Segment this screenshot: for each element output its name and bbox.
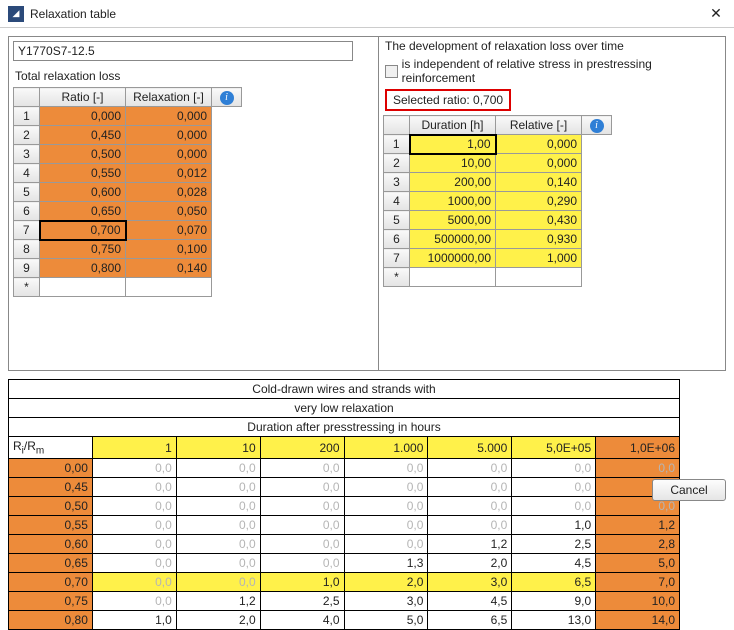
table-row: 0,650,00,00,01,32,04,55,0 (9, 554, 680, 573)
table-row[interactable]: 40,5500,012 (14, 164, 242, 183)
table-row[interactable]: 10,0000,000 (14, 107, 242, 126)
title-bar: ◢ Relaxation table ✕ (0, 0, 734, 28)
table-row: 0,600,00,00,00,01,22,52,8 (9, 535, 680, 554)
col-header: 1 (92, 437, 176, 459)
col-header: 5,0E+05 (512, 437, 596, 459)
lower-panel: Cold-drawn wires and strands with very l… (8, 379, 734, 630)
table-row: 0,500,00,00,00,00,00,00,0 (9, 497, 680, 516)
total-relaxation-label: Total relaxation loss (9, 65, 378, 87)
table-row[interactable]: 11,000,000 (384, 135, 612, 154)
big-title-2: very low relaxation (9, 399, 680, 418)
info-icon[interactable]: i (220, 91, 234, 105)
col-header: 1,0E+06 (596, 437, 680, 459)
table-row[interactable]: 90,8000,140 (14, 259, 242, 278)
app-icon: ◢ (8, 6, 24, 22)
table-row: 0,000,00,00,00,00,00,00,0 (9, 459, 680, 478)
table-row[interactable]: 41000,000,290 (384, 192, 612, 211)
col-relative-header: Relative [-] (496, 116, 582, 135)
table-row[interactable]: 70,7000,070 (14, 221, 242, 240)
col-relax-header: Relaxation [-] (126, 88, 212, 107)
identifier-field[interactable]: Y1770S7-12.5 (13, 41, 353, 61)
col-header: 5.000 (428, 437, 512, 459)
big-title-1: Cold-drawn wires and strands with (9, 380, 680, 399)
big-title-3: Duration after presstressing in hours (9, 418, 680, 437)
ratio-table[interactable]: Ratio [-] Relaxation [-] i 10,0000,00020… (13, 87, 242, 297)
table-row[interactable]: 55000,000,430 (384, 211, 612, 230)
col-duration-header: Duration [h] (410, 116, 496, 135)
table-row[interactable]: 6500000,000,930 (384, 230, 612, 249)
table-row: 0,550,00,00,00,00,01,01,2 (9, 516, 680, 535)
table-row: 0,700,00,01,02,03,06,57,0 (9, 573, 680, 592)
table-row: 0,450,00,00,00,00,00,00,0 (9, 478, 680, 497)
row-label-header: Ri/Rm (9, 437, 93, 459)
table-row[interactable]: 30,5000,000 (14, 145, 242, 164)
cancel-button[interactable]: Cancel (652, 479, 726, 501)
selected-ratio-label: Selected ratio: 0,700 (385, 89, 511, 111)
table-row[interactable]: 20,4500,000 (14, 126, 242, 145)
rowhead-blank (14, 88, 40, 107)
table-row: 0,750,01,22,53,04,59,010,0 (9, 592, 680, 611)
table-row[interactable]: 210,000,000 (384, 154, 612, 173)
independent-checkbox[interactable] (385, 65, 398, 78)
col-header: 1.000 (344, 437, 428, 459)
table-row[interactable]: 80,7500,100 (14, 240, 242, 259)
table-row[interactable]: 60,6500,050 (14, 202, 242, 221)
upper-panel: Y1770S7-12.5 Total relaxation loss Ratio… (8, 36, 726, 371)
left-pane: Y1770S7-12.5 Total relaxation loss Ratio… (9, 37, 379, 370)
close-icon[interactable]: ✕ (706, 5, 726, 22)
info-header: i (212, 88, 242, 107)
table-row: 0,801,02,04,05,06,513,014,0 (9, 611, 680, 630)
development-label: The development of relaxation loss over … (379, 37, 725, 55)
col-header: 200 (260, 437, 344, 459)
info-icon[interactable]: i (590, 119, 604, 133)
table-row[interactable]: 71000000,001,000 (384, 249, 612, 268)
duration-table[interactable]: Duration [h] Relative [-] i 11,000,00021… (383, 115, 612, 287)
col-ratio-header: Ratio [-] (40, 88, 126, 107)
right-pane: The development of relaxation loss over … (379, 37, 725, 370)
col-header: 10 (176, 437, 260, 459)
table-row[interactable]: 50,6000,028 (14, 183, 242, 202)
independent-label: is independent of relative stress in pre… (402, 57, 719, 85)
window-title: Relaxation table (30, 7, 706, 21)
table-row[interactable]: 3200,000,140 (384, 173, 612, 192)
relaxation-matrix: Cold-drawn wires and strands with very l… (8, 379, 680, 630)
